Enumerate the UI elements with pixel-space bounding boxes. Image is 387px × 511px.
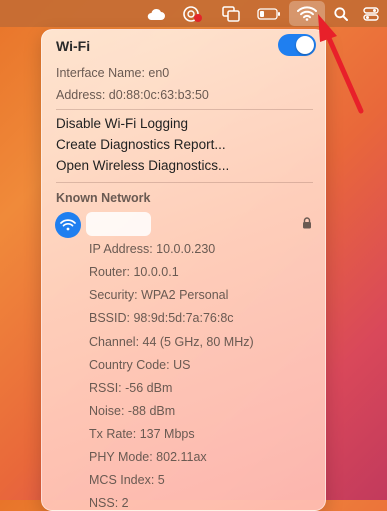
annotation-arrow [318,14,364,114]
